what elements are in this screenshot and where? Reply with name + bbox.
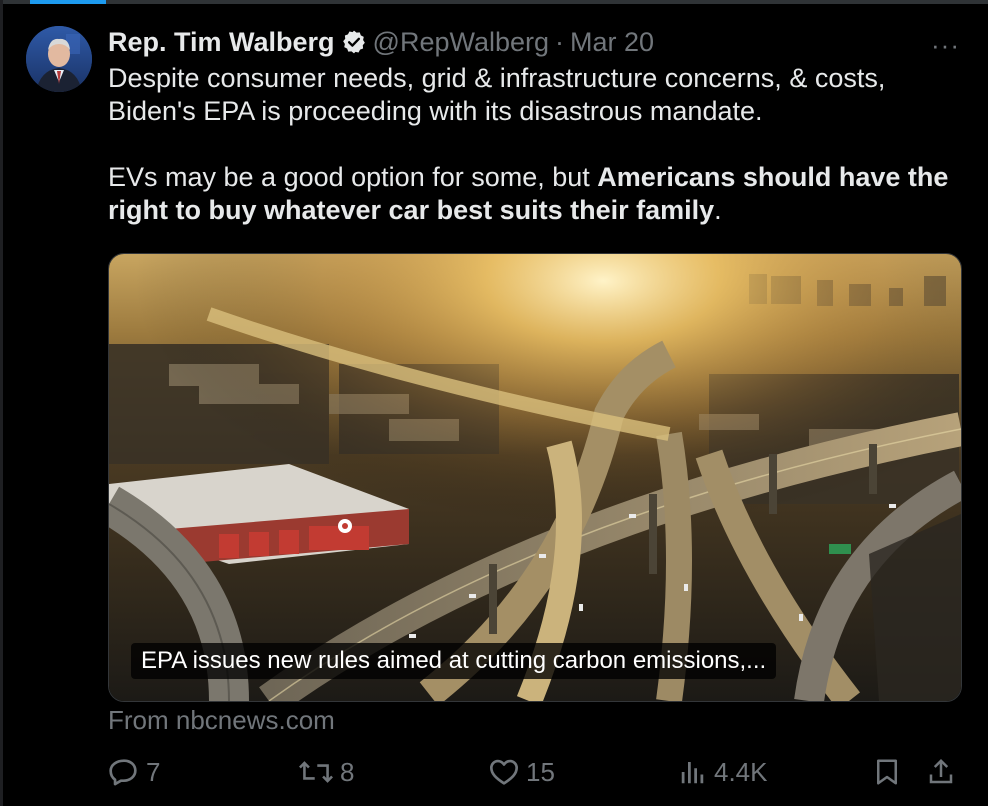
author-name[interactable]: Rep. Tim Walberg [108,27,335,58]
like-button[interactable]: 15 [488,752,555,792]
separator-dot: · [555,26,565,57]
author-handle[interactable]: @RepWalberg [373,27,549,58]
like-icon [490,759,518,785]
reply-button[interactable]: 7 [108,752,160,792]
share-button[interactable] [926,752,962,792]
tweet-actions: 7 8 15 4.4K [108,752,960,792]
retweet-button[interactable]: 8 [298,752,354,792]
active-tab-indicator [30,0,106,4]
share-icon [929,758,953,784]
tweet-paragraph-1: Despite consumer needs, grid & infrastru… [108,63,886,126]
views-button[interactable]: 4.4K [678,752,768,792]
tweet-paragraph-2-normal: EVs may be a good option for some, but [108,162,598,192]
reply-icon [109,759,137,786]
like-count: 15 [526,756,555,787]
bookmark-button[interactable] [872,752,908,792]
left-border [0,0,3,806]
link-card-title[interactable]: EPA issues new rules aimed at cutting ca… [131,643,777,679]
views-count: 4.4K [714,756,768,787]
top-divider [0,0,988,4]
city-freeway-photo [109,254,961,701]
tweet-date[interactable]: Mar 20 [570,27,654,58]
link-card-image[interactable]: EPA issues new rules aimed at cutting ca… [108,253,962,702]
retweet-count: 8 [340,756,355,787]
tweet-paragraph-2: EVs may be a good option for some, but A… [108,161,968,227]
bookmark-icon [877,759,897,785]
tweet-text: Despite consumer needs, grid & infrastru… [108,62,968,227]
link-source[interactable]: From nbcnews.com [108,705,335,736]
views-icon [681,762,704,784]
avatar[interactable] [26,26,92,92]
verified-badge-icon[interactable] [341,29,367,55]
tweet-header: Rep. Tim Walberg @RepWalberg · Mar 20 [108,25,948,59]
more-options-icon[interactable]: ··· [931,30,960,61]
reply-count: 7 [146,756,161,787]
tweet-paragraph-2-end: . [714,195,722,225]
retweet-icon [299,761,333,783]
